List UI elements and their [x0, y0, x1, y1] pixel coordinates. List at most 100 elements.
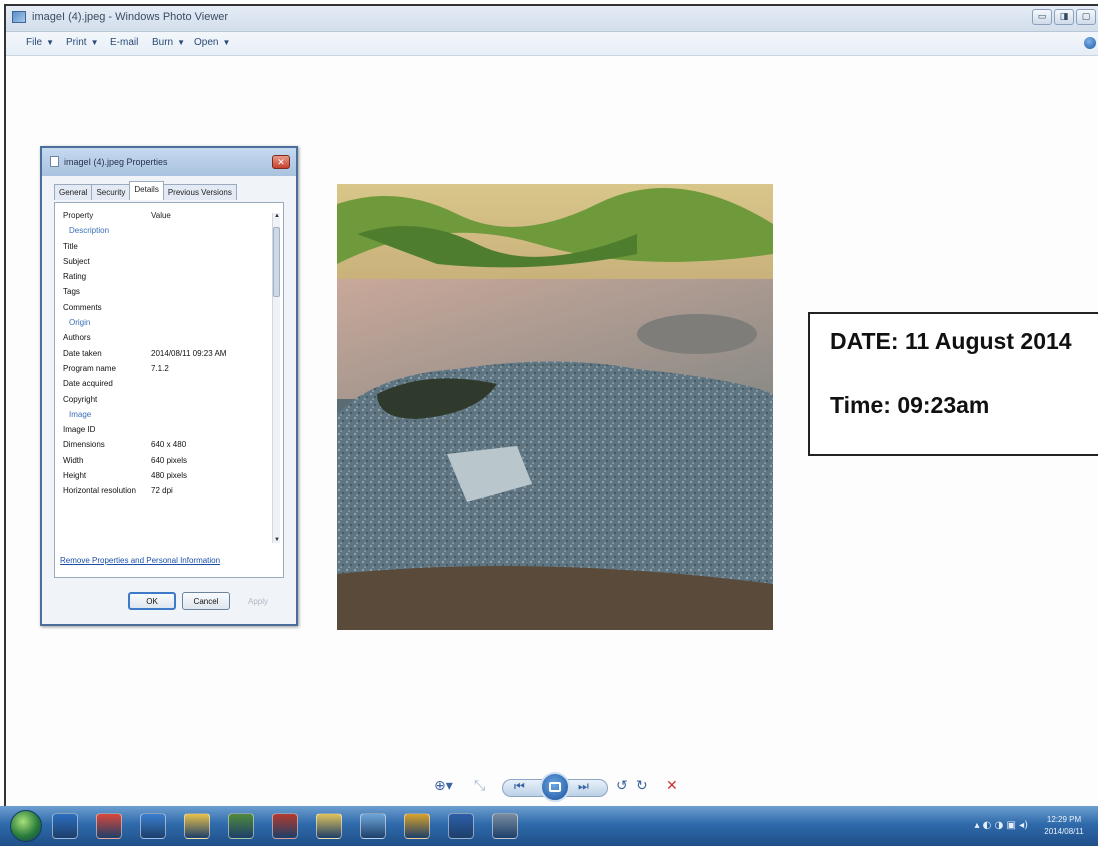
maximize-button[interactable]: ◨: [1054, 9, 1074, 25]
property-name: Image: [69, 409, 92, 419]
property-value: [151, 257, 273, 272]
ok-button[interactable]: OK: [128, 592, 176, 610]
property-row[interactable]: Date acquired: [63, 379, 273, 394]
tab-general[interactable]: General: [54, 184, 93, 200]
property-value: [151, 303, 273, 318]
property-list-scrollbar[interactable]: ▲ ▼: [272, 213, 280, 543]
minimize-button[interactable]: ▭: [1032, 9, 1052, 25]
property-row[interactable]: Subject: [63, 257, 273, 272]
date-time-annotation: DATE: 11 August 2014 Time: 09:23am: [808, 312, 1098, 456]
property-value: [151, 318, 273, 333]
apply-button[interactable]: Apply: [238, 592, 278, 610]
dialog-close-button[interactable]: ✕: [272, 155, 290, 169]
menu-print[interactable]: Print ▼: [66, 37, 98, 48]
property-name: Comments: [63, 302, 102, 312]
dialog-title-bar: imageI (4).jpeg Properties ✕: [42, 148, 296, 176]
property-row[interactable]: Program name 7.1.2: [63, 364, 273, 379]
scroll-thumb[interactable]: [273, 227, 280, 297]
clock-time: 12:29 PM: [1046, 815, 1082, 824]
taskbar-app-icon[interactable]: [448, 813, 474, 839]
menu-open[interactable]: Open ▼: [194, 37, 230, 48]
next-icon[interactable]: ⏭: [578, 779, 589, 794]
taskbar-app-icon[interactable]: [184, 813, 210, 839]
property-value: 640 pixels: [151, 455, 188, 465]
property-value: [151, 272, 273, 287]
start-button[interactable]: [10, 810, 42, 842]
rotate-counterclockwise-icon[interactable]: ↺: [616, 778, 628, 794]
taskbar-app-icon[interactable]: [228, 813, 254, 839]
taskbar-app-icon[interactable]: [360, 813, 386, 839]
taskbar-app-icon[interactable]: [140, 813, 166, 839]
property-row[interactable]: Comments: [63, 303, 273, 318]
column-property[interactable]: Property: [63, 211, 151, 226]
dialog-title: imageI (4).jpeg Properties: [64, 157, 168, 167]
property-value: [151, 287, 273, 302]
delete-icon[interactable]: ✕: [666, 778, 678, 794]
property-name: Program name: [63, 363, 116, 373]
property-group-header[interactable]: Image: [63, 410, 273, 425]
taskbar-app-icon[interactable]: [316, 813, 342, 839]
property-value: 640 x 480: [151, 440, 187, 450]
property-row[interactable]: Rating: [63, 272, 273, 287]
property-group-header[interactable]: Origin: [63, 318, 273, 333]
actual-size-icon[interactable]: ⤡: [474, 778, 485, 794]
details-panel: Property Value Description Title Subject Ra…: [54, 202, 284, 578]
property-row[interactable]: Copyright: [63, 395, 273, 410]
property-row[interactable]: Tags: [63, 287, 273, 302]
taskbar-app-icon[interactable]: [96, 813, 122, 839]
property-list-header[interactable]: Property Value: [63, 211, 273, 226]
property-name: Subject: [63, 256, 90, 266]
taskbar: ▴ ◐ ◑ ▣ ◂) 12:29 PM 2014/08/11: [0, 806, 1098, 846]
taskbar-app-icon[interactable]: [272, 813, 298, 839]
tab-previous-versions[interactable]: Previous Versions: [162, 184, 237, 200]
property-value: [151, 425, 273, 440]
property-value: [151, 410, 273, 425]
property-name: Date taken: [63, 348, 102, 358]
property-row[interactable]: Dimensions 640 x 480: [63, 440, 273, 455]
column-value[interactable]: Value: [151, 211, 273, 226]
property-group-header[interactable]: Description: [63, 226, 273, 241]
menu-file[interactable]: File ▼: [26, 37, 54, 48]
remove-properties-link[interactable]: Remove Properties and Personal Informati…: [60, 556, 220, 565]
property-row[interactable]: Title: [63, 242, 273, 257]
slideshow-button[interactable]: [540, 772, 570, 802]
property-row[interactable]: Image ID: [63, 425, 273, 440]
cancel-button[interactable]: Cancel: [182, 592, 230, 610]
property-row[interactable]: Height 480 pixels: [63, 471, 273, 486]
property-row[interactable]: Date taken 2014/08/11 09:23 AM: [63, 349, 273, 364]
property-row[interactable]: Width 640 pixels: [63, 456, 273, 471]
zoom-icon[interactable]: ⊕▾: [434, 778, 453, 794]
displayed-photo: [337, 184, 773, 630]
property-row[interactable]: Horizontal resolution 72 dpi: [63, 486, 273, 501]
slideshow-icon: [549, 782, 561, 792]
close-button[interactable]: ▢: [1076, 9, 1096, 25]
date-label: DATE: 11 August 2014: [830, 328, 1072, 354]
property-name: Image ID: [63, 425, 96, 435]
menu-burn[interactable]: Burn ▼: [152, 37, 185, 48]
property-value: 7.1.2: [151, 363, 169, 373]
chevron-down-icon: ▼: [177, 38, 186, 47]
help-icon[interactable]: [1084, 37, 1096, 49]
taskbar-app-icon[interactable]: [52, 813, 78, 839]
property-list[interactable]: Property Value Description Title Subject Ra…: [63, 211, 273, 541]
tab-security[interactable]: Security: [91, 184, 131, 200]
previous-icon[interactable]: ⏮: [514, 779, 525, 794]
taskbar-app-icon[interactable]: [492, 813, 518, 839]
taskbar-app-icon[interactable]: [404, 813, 430, 839]
property-name: Horizontal resolution: [63, 486, 136, 496]
scroll-up-icon[interactable]: ▲: [273, 213, 281, 219]
property-name: Description: [69, 226, 110, 236]
time-label: Time: 09:23am: [830, 392, 990, 418]
dialog-tabs: General Security Details Previous Versio…: [54, 181, 237, 200]
rotate-clockwise-icon[interactable]: ↻: [636, 778, 648, 794]
property-name: Copyright: [63, 394, 98, 404]
scroll-down-icon[interactable]: ▼: [273, 537, 281, 543]
tab-details[interactable]: Details: [129, 181, 164, 200]
property-name: Title: [63, 241, 78, 251]
property-value: 2014/08/11 09:23 AM: [151, 348, 227, 358]
property-row[interactable]: Authors: [63, 333, 273, 348]
taskbar-clock[interactable]: 12:29 PM 2014/08/11: [1036, 814, 1092, 838]
system-tray-icons[interactable]: ▴ ◐ ◑ ▣ ◂): [974, 820, 1028, 831]
menu-email[interactable]: E-mail: [110, 37, 138, 48]
property-name: Width: [63, 455, 84, 465]
